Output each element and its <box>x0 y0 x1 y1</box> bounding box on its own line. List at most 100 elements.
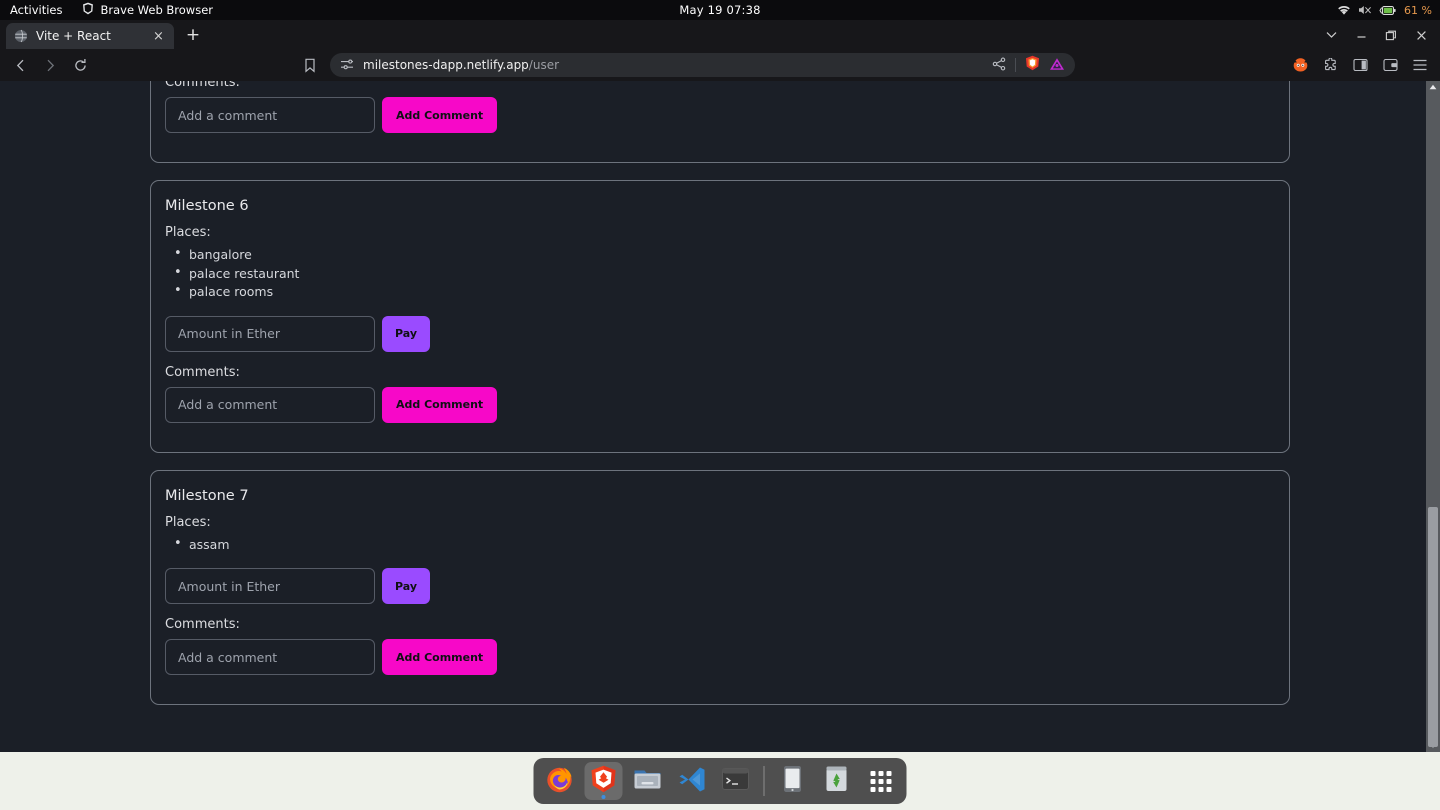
comments-label: Comments: <box>165 617 240 632</box>
sidebar-panel-icon[interactable] <box>1346 52 1374 78</box>
dock-separator <box>763 766 765 796</box>
top-bar-status-area[interactable]: 61 % <box>1337 0 1432 20</box>
tab-vite-react[interactable]: Vite + React × <box>6 23 174 49</box>
close-window-button[interactable] <box>1408 24 1434 46</box>
window-controls <box>1318 24 1434 46</box>
new-tab-button[interactable]: + <box>180 22 206 48</box>
reload-icon[interactable] <box>66 52 94 78</box>
vscode-icon <box>677 765 706 798</box>
places-list: assam <box>171 535 1275 555</box>
extensions-puzzle-icon[interactable] <box>1316 52 1344 78</box>
minimize-button[interactable] <box>1348 24 1374 46</box>
add-comment-button[interactable]: Add Comment <box>382 639 498 675</box>
payment-row: Pay <box>165 315 1275 352</box>
url-text: milestones-dapp.netlify.app/user <box>363 58 559 72</box>
places-label: Places: <box>165 514 211 530</box>
share-icon[interactable] <box>992 56 1006 75</box>
milestone-card: Milestone 6 Places: bangalore palace res… <box>150 180 1290 453</box>
milestones-list: Pay Comments: Add Comment Milestone 6 Pl… <box>0 81 1440 705</box>
dock <box>533 758 907 804</box>
payment-row: Pay <box>165 568 1275 604</box>
tab-strip: Vite + React × + <box>0 20 1440 49</box>
places-label: Places: <box>165 225 211 240</box>
top-bar-left: Activities Brave Web Browser <box>0 2 213 18</box>
comment-input[interactable] <box>165 97 375 133</box>
firefox-icon <box>545 764 575 798</box>
dock-item-terminal[interactable] <box>717 762 755 800</box>
volume-muted-icon <box>1358 4 1372 16</box>
comments-label: Comments: <box>165 364 240 380</box>
device-icon <box>783 765 803 797</box>
amount-input[interactable] <box>165 315 375 352</box>
milestones-page: Pay Comments: Add Comment Milestone 6 Pl… <box>0 81 1440 752</box>
add-comment-button[interactable]: Add Comment <box>382 97 498 133</box>
milestone-title: Milestone 7 <box>165 487 249 504</box>
address-bar[interactable]: milestones-dapp.netlify.app/user <box>330 53 1075 77</box>
place-item: palace restaurant <box>171 264 1275 284</box>
terminal-icon <box>722 767 750 795</box>
globe-icon <box>14 29 28 43</box>
milestone-title: Milestone 6 <box>165 198 249 214</box>
tab-search-chevron-icon[interactable] <box>1318 24 1344 46</box>
purple-triangle-icon[interactable] <box>1049 56 1065 75</box>
wallet-icon[interactable] <box>1376 52 1404 78</box>
tab-close-icon[interactable]: × <box>151 29 166 44</box>
toolbar-right-icons <box>1286 52 1434 78</box>
maximize-button[interactable] <box>1378 24 1404 46</box>
dock-item-show-apps[interactable] <box>862 762 900 800</box>
dock-item-vscode[interactable] <box>673 762 711 800</box>
active-app-indicator[interactable]: Brave Web Browser <box>82 2 213 18</box>
dock-item-firefox[interactable] <box>541 762 579 800</box>
scroll-down-arrow-icon[interactable] <box>1426 740 1440 752</box>
dock-item-device[interactable] <box>774 762 812 800</box>
comment-input[interactable] <box>165 386 375 423</box>
bookmark-icon[interactable] <box>296 52 324 78</box>
active-app-label: Brave Web Browser <box>100 3 213 17</box>
browser-toolbar: milestones-dapp.netlify.app/user <box>0 49 1440 81</box>
amount-input[interactable] <box>165 568 375 604</box>
comment-row: Add Comment <box>165 97 1275 133</box>
url-host: milestones-dapp.netlify.app <box>363 58 529 72</box>
dock-item-trash[interactable] <box>818 762 856 800</box>
brave-shield-icon[interactable] <box>1025 55 1040 75</box>
page-scrollbar-thumb[interactable] <box>1428 507 1438 747</box>
milestone-card-partial: Pay Comments: Add Comment <box>150 81 1290 163</box>
pay-button[interactable]: Pay <box>382 568 431 604</box>
gnome-top-bar: Activities Brave Web Browser May 19 07:3… <box>0 0 1440 20</box>
comment-input[interactable] <box>165 639 375 675</box>
hamburger-menu-icon[interactable] <box>1406 52 1434 78</box>
clock[interactable]: May 19 07:38 <box>679 3 760 17</box>
places-list: bangalore palace restaurant palace rooms <box>171 245 1275 302</box>
brave-icon <box>589 764 619 798</box>
place-item: assam <box>171 535 1275 555</box>
top-bar-center: May 19 07:38 <box>0 0 1440 20</box>
activities-button[interactable]: Activities <box>10 3 62 17</box>
page-scrollbar[interactable] <box>1426 81 1440 752</box>
comment-row: Add Comment <box>165 639 1275 675</box>
scroll-up-arrow-icon[interactable] <box>1426 81 1440 93</box>
site-settings-icon[interactable] <box>340 56 354 75</box>
browser-window: Vite + React × + milestones-dapp.netlify… <box>0 20 1440 752</box>
pay-button[interactable]: Pay <box>382 315 431 352</box>
milestone-card: Milestone 7 Places: assam Pay Comments: … <box>150 469 1290 705</box>
desktop-area <box>0 752 1440 810</box>
toolbar-divider <box>1015 58 1016 72</box>
show-applications-icon <box>870 770 891 792</box>
battery-charging-icon <box>1379 5 1396 16</box>
place-item: palace rooms <box>171 282 1275 302</box>
add-comment-button[interactable]: Add Comment <box>382 386 498 423</box>
forward-arrow-icon[interactable] <box>36 52 64 78</box>
back-arrow-icon[interactable] <box>6 52 34 78</box>
dock-item-brave[interactable] <box>584 762 623 800</box>
firefox-relay-icon[interactable] <box>1286 52 1314 78</box>
brave-lion-icon <box>82 2 94 18</box>
battery-percentage: 61 % <box>1404 3 1432 17</box>
tab-title: Vite + React <box>36 29 111 43</box>
trash-icon <box>824 765 850 797</box>
place-item: bangalore <box>171 245 1275 265</box>
files-icon <box>633 766 663 796</box>
wifi-icon <box>1337 5 1351 16</box>
url-path: /user <box>528 58 560 72</box>
dock-item-files[interactable] <box>629 762 667 800</box>
page-viewport: Pay Comments: Add Comment Milestone 6 Pl… <box>0 81 1440 752</box>
